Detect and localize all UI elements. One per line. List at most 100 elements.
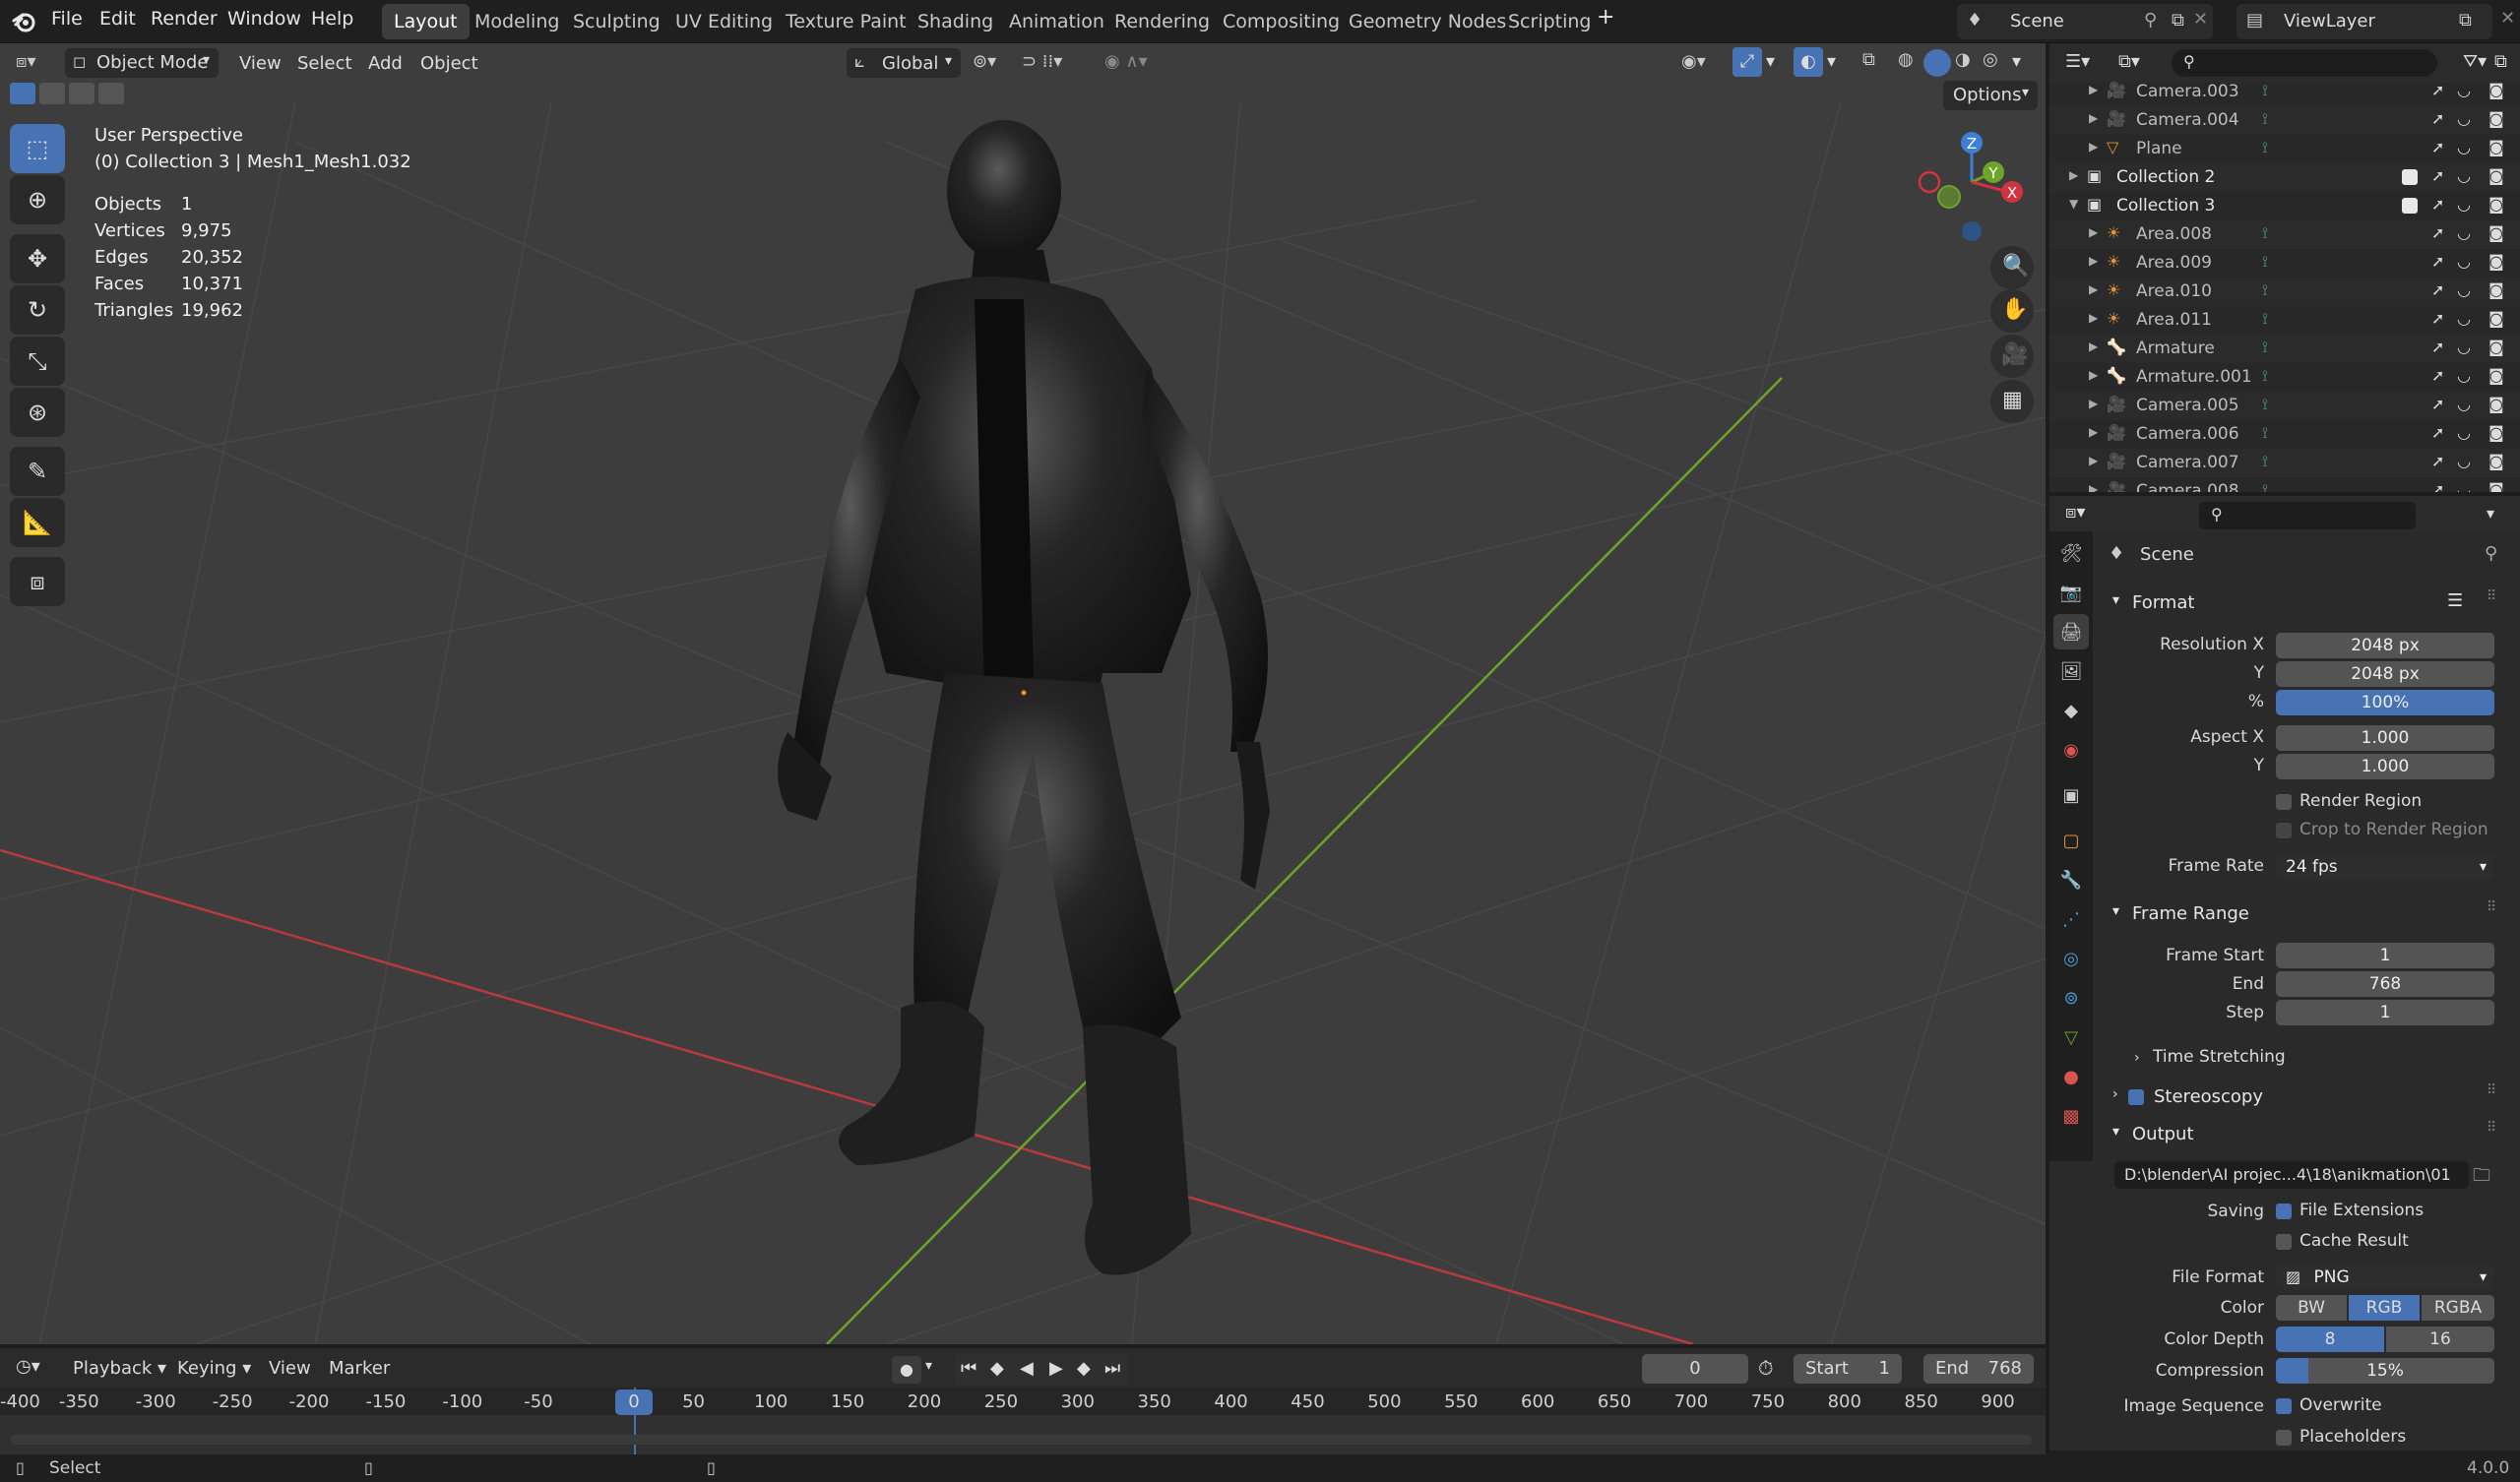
chevron-down-icon[interactable]: ▾ bbox=[925, 1358, 932, 1374]
timeline-menu-view[interactable]: View bbox=[269, 1358, 311, 1379]
timeline-editor-icon[interactable]: ◷▾ bbox=[16, 1356, 40, 1377]
texture-tab-icon[interactable]: ▩ bbox=[2053, 1098, 2089, 1134]
object-data-icon[interactable]: ⟟ bbox=[2262, 452, 2268, 471]
playhead-frame-label[interactable]: 0 bbox=[615, 1389, 653, 1415]
timeline-menu-marker[interactable]: Marker bbox=[329, 1358, 390, 1379]
material-tab-icon[interactable]: ● bbox=[2053, 1059, 2089, 1094]
chevron-down-icon[interactable]: ▼ bbox=[2069, 197, 2078, 211]
view-layer-selector[interactable]: ▤ ViewLayer ⧉ bbox=[2236, 4, 2492, 39]
outliner-row[interactable]: ▶ 🦴 Armature ⟟ ➚ ◡ ◙ bbox=[2049, 335, 2520, 363]
pin-icon[interactable]: ⚲ bbox=[2144, 10, 2157, 31]
object-data-icon[interactable]: ⟟ bbox=[2262, 138, 2268, 157]
camera-view-icon[interactable]: 🎥 bbox=[1990, 335, 2034, 378]
outliner-row[interactable]: ▼ ▣ Collection 3 ➚ ◡ ◙ bbox=[2049, 192, 2520, 220]
tab-geometry-nodes[interactable]: Geometry Nodes bbox=[1337, 4, 1518, 39]
camera-render-icon[interactable]: ◙ bbox=[2488, 109, 2504, 128]
output-tab-icon[interactable]: 🖨 bbox=[2053, 614, 2089, 649]
solid-shading-icon[interactable] bbox=[1923, 49, 1951, 77]
chevron-down-icon[interactable]: ▾ bbox=[1766, 51, 1775, 72]
annotate-tool-icon[interactable]: ✎ bbox=[10, 447, 65, 496]
scene-selector[interactable]: ♦ Scene ⚲ ⧉ ✕ bbox=[1957, 4, 2213, 39]
world-tab-icon[interactable]: ◉ bbox=[2053, 732, 2089, 768]
chevron-right-icon[interactable]: ▶ bbox=[2089, 111, 2098, 125]
chevron-right-icon[interactable]: ▶ bbox=[2089, 482, 2098, 492]
depth-16-button[interactable]: 16 bbox=[2386, 1327, 2494, 1352]
select-arrow-icon[interactable]: ➚ bbox=[2431, 81, 2444, 99]
camera-render-icon[interactable]: ◙ bbox=[2488, 166, 2504, 185]
cursor-tool-icon[interactable]: ⊕ bbox=[10, 175, 65, 224]
measure-tool-icon[interactable]: 📐 bbox=[10, 498, 65, 547]
outliner-row[interactable]: ▶ ☀ Area.011 ⟟ ➚ ◡ ◙ bbox=[2049, 306, 2520, 335]
timeline-scrollbar[interactable] bbox=[10, 1435, 2032, 1445]
object-tab-icon[interactable]: ▢ bbox=[2053, 823, 2089, 858]
camera-render-icon[interactable]: ◙ bbox=[2488, 366, 2504, 385]
next-keyframe-icon[interactable]: ◆ bbox=[1077, 1358, 1091, 1379]
proportional-edit-icon[interactable]: ◉ ∧▾ bbox=[1104, 51, 1148, 72]
navigation-gizmo[interactable]: Z Y X bbox=[1910, 118, 2038, 256]
close-scene-icon[interactable]: ✕ bbox=[2193, 9, 2208, 30]
chevron-right-icon[interactable]: ▶ bbox=[2089, 282, 2098, 296]
exclude-checkbox[interactable] bbox=[2402, 169, 2418, 185]
blender-logo-icon[interactable] bbox=[12, 11, 35, 32]
viewport-menu-view[interactable]: View bbox=[239, 53, 282, 74]
ortho-toggle-icon[interactable]: ▦ bbox=[1990, 380, 2034, 423]
start-frame-field[interactable]: Start 1 bbox=[1794, 1354, 1902, 1384]
frame-range-panel-header[interactable]: ▾ Frame Range ⠿ bbox=[2107, 897, 2514, 931]
constraints-tab-icon[interactable]: ⊚ bbox=[2053, 980, 2089, 1016]
file-extensions-checkbox[interactable] bbox=[2276, 1204, 2292, 1219]
eye-icon[interactable]: ◡ bbox=[2457, 223, 2471, 242]
time-stretching-subpanel[interactable]: › Time Stretching bbox=[2134, 1047, 2286, 1067]
compression-slider[interactable]: 15% bbox=[2276, 1358, 2494, 1384]
frame-step-field[interactable]: 1 bbox=[2276, 1000, 2494, 1025]
depth-8-button[interactable]: 8 bbox=[2276, 1327, 2384, 1352]
camera-render-icon[interactable]: ◙ bbox=[2488, 81, 2504, 99]
chevron-right-icon[interactable]: ▶ bbox=[2089, 83, 2098, 96]
select-arrow-icon[interactable]: ➚ bbox=[2431, 480, 2444, 492]
resolution-y-field[interactable]: 2048 px bbox=[2276, 661, 2494, 687]
rotate-tool-icon[interactable]: ↻ bbox=[10, 285, 65, 335]
menu-window[interactable]: Window bbox=[227, 8, 301, 30]
camera-render-icon[interactable]: ◙ bbox=[2488, 338, 2504, 356]
outliner-row[interactable]: ▶ 🎥 Camera.006 ⟟ ➚ ◡ ◙ bbox=[2049, 420, 2520, 449]
select-arrow-icon[interactable]: ➚ bbox=[2431, 195, 2444, 214]
eye-icon[interactable]: ◡ bbox=[2457, 280, 2471, 299]
transform-tool-icon[interactable]: ⊛ bbox=[10, 388, 65, 437]
chevron-right-icon[interactable]: ▶ bbox=[2089, 254, 2098, 268]
visibility-icon[interactable]: ◉▾ bbox=[1681, 51, 1706, 72]
new-collection-icon[interactable]: ⧉ bbox=[2494, 51, 2507, 72]
outliner-row[interactable]: ▶ 🎥 Camera.007 ⟟ ➚ ◡ ◙ bbox=[2049, 449, 2520, 477]
chevron-right-icon[interactable]: ▶ bbox=[2089, 225, 2098, 239]
move-tool-icon[interactable]: ✥ bbox=[10, 234, 65, 283]
view-layer-tab-icon[interactable]: 🖼 bbox=[2053, 653, 2089, 689]
object-data-icon[interactable]: ⟟ bbox=[2262, 280, 2268, 300]
format-panel-header[interactable]: ▾ Format ☰ ⠿ bbox=[2107, 587, 2514, 620]
outliner-row[interactable]: ▶ 🎥 Camera.003 ⟟ ➚ ◡ ◙ bbox=[2049, 78, 2520, 106]
add-cube-tool-icon[interactable]: ⧈ bbox=[10, 557, 65, 606]
chevron-right-icon[interactable]: ▶ bbox=[2089, 368, 2098, 382]
tab-scripting[interactable]: Scripting bbox=[1496, 4, 1604, 39]
object-data-icon[interactable]: ⟟ bbox=[2262, 81, 2268, 100]
current-frame-field[interactable]: 0 bbox=[1642, 1354, 1748, 1384]
orientation-dropdown[interactable]: ⟀ Global ▾ bbox=[847, 48, 961, 78]
material-shading-icon[interactable]: ◑ bbox=[1955, 49, 1971, 70]
camera-render-icon[interactable]: ◙ bbox=[2488, 280, 2504, 299]
tab-rendering[interactable]: Rendering bbox=[1102, 4, 1222, 39]
outliner-row[interactable]: ▶ 🎥 Camera.008 ⟟ ➚ ◡ ◙ bbox=[2049, 477, 2520, 492]
physics-tab-icon[interactable]: ◎ bbox=[2053, 941, 2089, 976]
outliner-row[interactable]: ▶ ▣ Collection 2 ➚ ◡ ◙ bbox=[2049, 163, 2520, 192]
add-workspace-button[interactable]: + bbox=[1597, 5, 1614, 30]
options-dropdown[interactable]: Options ▾ bbox=[1943, 81, 2038, 110]
crop-region-checkbox[interactable] bbox=[2276, 823, 2292, 838]
chevron-right-icon[interactable]: ▶ bbox=[2089, 397, 2098, 410]
gizmo-toggle-icon[interactable]: ⤢ bbox=[1732, 47, 1762, 77]
outliner-row[interactable]: ▶ 🎥 Camera.005 ⟟ ➚ ◡ ◙ bbox=[2049, 392, 2520, 420]
outliner-search-input[interactable]: ⚲ bbox=[2172, 49, 2437, 77]
output-panel-header[interactable]: ▾ Output ⠿ bbox=[2107, 1118, 2514, 1151]
menu-help[interactable]: Help bbox=[311, 8, 353, 30]
chevron-down-icon[interactable]: ▾ bbox=[1827, 51, 1836, 72]
camera-render-icon[interactable]: ◙ bbox=[2488, 423, 2504, 442]
collection-tab-icon[interactable]: ▣ bbox=[2053, 777, 2089, 813]
chevron-right-icon[interactable]: ▶ bbox=[2069, 168, 2078, 182]
chevron-right-icon[interactable]: ▶ bbox=[2089, 454, 2098, 467]
scene-tab-icon[interactable]: ◆ bbox=[2053, 693, 2089, 728]
